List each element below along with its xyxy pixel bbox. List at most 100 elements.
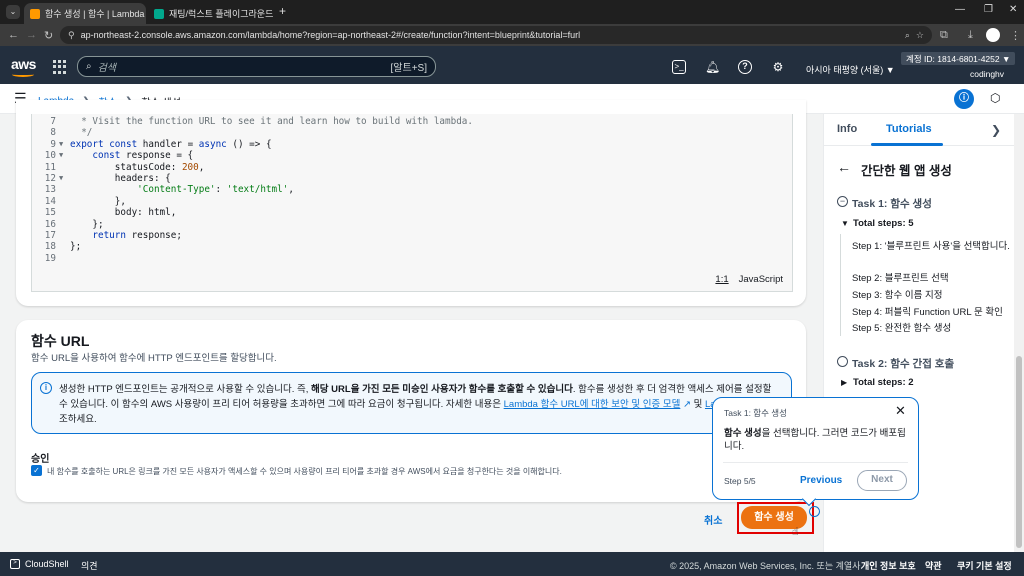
browser-tab-playground[interactable]: 재팅/럭스트 플레이그라운드 | ✕ bbox=[148, 3, 273, 24]
mouse-cursor-icon: ☝ bbox=[792, 526, 799, 538]
popover-body-bold: 함수 생성 bbox=[724, 428, 762, 439]
fold-arrow-icon[interactable]: ▼ bbox=[59, 150, 63, 161]
cookie-preferences-link[interactable]: 쿠키 기본 설정 bbox=[957, 559, 1012, 572]
next-button[interactable]: Next bbox=[857, 470, 907, 491]
total-steps-2[interactable]: Total steps: 2 bbox=[853, 377, 914, 388]
code-line: }, bbox=[70, 195, 126, 207]
settings-gear-icon[interactable]: ⚙ bbox=[771, 60, 785, 74]
aws-top-nav: aws ⌕ 검색 [알트+S] >_ 🔔︎ ? ⚙ 아시아 태평양 (서울) ▼ bbox=[0, 50, 1024, 84]
tab-title: 재팅/럭스트 플레이그라운드 | bbox=[169, 9, 273, 19]
code-editor[interactable]: 1:1 JavaScript 7 * Visit the function UR… bbox=[31, 114, 793, 292]
browser-menu-icon[interactable]: ⋮ bbox=[1010, 29, 1021, 42]
back-arrow-icon[interactable]: ← bbox=[837, 159, 851, 175]
line-number: 9 bbox=[50, 138, 56, 150]
search-placeholder: 검색 bbox=[97, 63, 117, 74]
close-icon[interactable]: ✕ bbox=[895, 403, 906, 419]
restore-icon[interactable]: ❐ bbox=[984, 4, 993, 15]
caret-right-icon[interactable]: ▶ bbox=[841, 378, 847, 387]
help-icon[interactable]: ? bbox=[738, 60, 752, 74]
cloudshell-link[interactable]: CloudShell bbox=[25, 559, 69, 569]
popover-step-count: Step 5/5 bbox=[724, 476, 756, 486]
reload-icon[interactable]: ↻ bbox=[44, 29, 53, 42]
tab-tutorials[interactable]: Tutorials bbox=[886, 123, 932, 135]
terms-link[interactable]: 약관 bbox=[925, 559, 942, 572]
steps-guide-line bbox=[840, 234, 841, 336]
total-steps-1[interactable]: Total steps: 5 bbox=[853, 218, 914, 229]
notifications-bell-icon[interactable]: 🔔︎ bbox=[705, 60, 720, 74]
popover-divider bbox=[723, 462, 908, 463]
code-line: 'Content-Type': 'text/html', bbox=[137, 184, 294, 196]
site-info-icon[interactable]: ⚲ bbox=[68, 30, 75, 41]
new-tab-button[interactable]: + bbox=[279, 4, 286, 18]
extensions-icon[interactable]: ⧉ bbox=[940, 29, 948, 42]
zoom-icon[interactable]: ⌕ bbox=[905, 30, 910, 41]
cloudshell-icon[interactable]: >_ bbox=[672, 60, 686, 74]
info-icon: i bbox=[40, 382, 52, 394]
line-number: 11 bbox=[44, 161, 56, 173]
editor-status: 1:1 JavaScript bbox=[715, 274, 783, 285]
chevron-right-icon[interactable]: ❯ bbox=[991, 123, 1001, 137]
feedback-link[interactable]: 의견 bbox=[81, 559, 98, 572]
task2-title[interactable]: Task 2: 함수 간접 호출 bbox=[852, 356, 954, 371]
code-line: statusCode: 200, bbox=[70, 161, 205, 173]
acknowledge-text[interactable]: 내 함수를 호출하는 URL은 링크를 가진 모든 사용자가 액세스할 수 있으… bbox=[47, 466, 727, 477]
cloudshell-footer-icon[interactable]: > bbox=[10, 559, 20, 569]
minimize-icon[interactable]: — bbox=[955, 4, 965, 15]
services-grid-icon[interactable] bbox=[53, 60, 67, 74]
warning-info-box: i 생성한 HTTP 엔드포인트는 공개적으로 사용할 수 있습니다. 즉, 해… bbox=[31, 372, 792, 434]
line-number: 13 bbox=[44, 184, 56, 196]
console-footer: > CloudShell 의견 © 2025, Amazon Web Servi… bbox=[0, 552, 1024, 576]
tab-info[interactable]: Info bbox=[837, 123, 857, 135]
task1-title[interactable]: Task 1: 함수 생성 bbox=[852, 196, 932, 211]
account-id-badge[interactable]: 계정 ID: 1814-6801-4252 ▼ bbox=[901, 52, 1016, 65]
privacy-link[interactable]: 개인 정보 보호 bbox=[861, 559, 916, 572]
forward-arrow-icon[interactable]: → bbox=[26, 29, 37, 41]
function-url-description: 함수 URL을 사용하여 함수에 HTTP 엔드포인트를 할당합니다. bbox=[31, 353, 277, 364]
console-search-input[interactable]: ⌕ 검색 [알트+S] bbox=[77, 56, 436, 77]
code-line: * Visit the function URL to see it and l… bbox=[70, 116, 473, 127]
close-window-icon[interactable]: ✕ bbox=[1009, 4, 1017, 15]
code-line: return response; bbox=[92, 230, 182, 241]
lambda-favicon-icon bbox=[30, 8, 40, 19]
external-link-icon: ↗ bbox=[680, 399, 691, 410]
user-menu[interactable]: codinghv bbox=[970, 69, 1004, 79]
scrollbar-thumb[interactable] bbox=[1016, 356, 1022, 548]
tab-search-button[interactable]: ⌄ bbox=[6, 5, 20, 19]
address-bar[interactable]: ⚲ ap-northeast-2.console.aws.amazon.com/… bbox=[60, 26, 932, 44]
info-circle-button[interactable]: ⓘ bbox=[954, 89, 974, 109]
function-url-title: 함수 URL bbox=[31, 333, 90, 349]
security-model-link[interactable]: Lambda 함수 URL에 대한 보안 및 인증 모델 bbox=[504, 399, 681, 410]
caret-down-icon[interactable]: ▼ bbox=[841, 219, 849, 228]
line-number: 19 bbox=[44, 252, 56, 264]
tutorial-popover: Task 1: 함수 생성 ✕ 함수 생성을 선택합니다. 그러면 코드가 배포… bbox=[712, 397, 919, 500]
step-item: Step 3: 함수 이름 지정 bbox=[852, 290, 943, 301]
info-part1: 생성한 HTTP 엔드포인트는 공개적으로 사용할 수 있습니다. 즉, bbox=[59, 384, 312, 395]
cancel-button[interactable]: 취소 bbox=[704, 512, 722, 527]
hexagon-icon[interactable]: ⬡ bbox=[990, 91, 1000, 105]
back-arrow-icon[interactable]: ← bbox=[8, 29, 19, 41]
task1-collapse-icon[interactable]: − bbox=[837, 196, 848, 207]
info-mid: 및 bbox=[690, 399, 705, 410]
download-icon[interactable]: ⤓ bbox=[968, 29, 973, 42]
region-selector[interactable]: 아시아 태평양 (서울) ▼ bbox=[806, 63, 895, 76]
info-text: 생성한 HTTP 엔드포인트는 공개적으로 사용할 수 있습니다. 즉, 해당 … bbox=[59, 382, 779, 427]
search-shortcut: [알트+S] bbox=[390, 63, 427, 74]
acknowledge-label: 승인 bbox=[31, 454, 50, 465]
info-end: 조하세요. bbox=[59, 414, 97, 425]
step-item: Step 4: 퍼블릭 Function URL 문 확인 bbox=[852, 307, 1003, 318]
previous-button[interactable]: Previous bbox=[800, 475, 842, 486]
popover-body: 함수 생성을 선택합니다. 그러면 코드가 배포됩니다. bbox=[724, 427, 909, 453]
search-icon: ⌕ bbox=[86, 61, 92, 72]
acknowledge-checkbox[interactable]: ✓ bbox=[31, 465, 42, 476]
fold-arrow-icon[interactable]: ▼ bbox=[59, 173, 63, 184]
language-mode: JavaScript bbox=[738, 273, 783, 285]
step-item: Step 5: 완전한 함수 생성 bbox=[852, 323, 952, 334]
line-number: 14 bbox=[44, 195, 56, 207]
aws-logo[interactable]: aws bbox=[11, 56, 36, 72]
fold-arrow-icon[interactable]: ▼ bbox=[59, 139, 63, 150]
browser-tab-lambda[interactable]: 함수 생성 | 함수 | Lambda ✕ bbox=[24, 3, 146, 24]
code-line: headers: { bbox=[70, 173, 171, 184]
tutorial-title: 간단한 웹 앱 생성 bbox=[861, 164, 952, 178]
bookmark-star-icon[interactable]: ☆ bbox=[916, 30, 924, 41]
profile-avatar[interactable] bbox=[986, 28, 1000, 42]
